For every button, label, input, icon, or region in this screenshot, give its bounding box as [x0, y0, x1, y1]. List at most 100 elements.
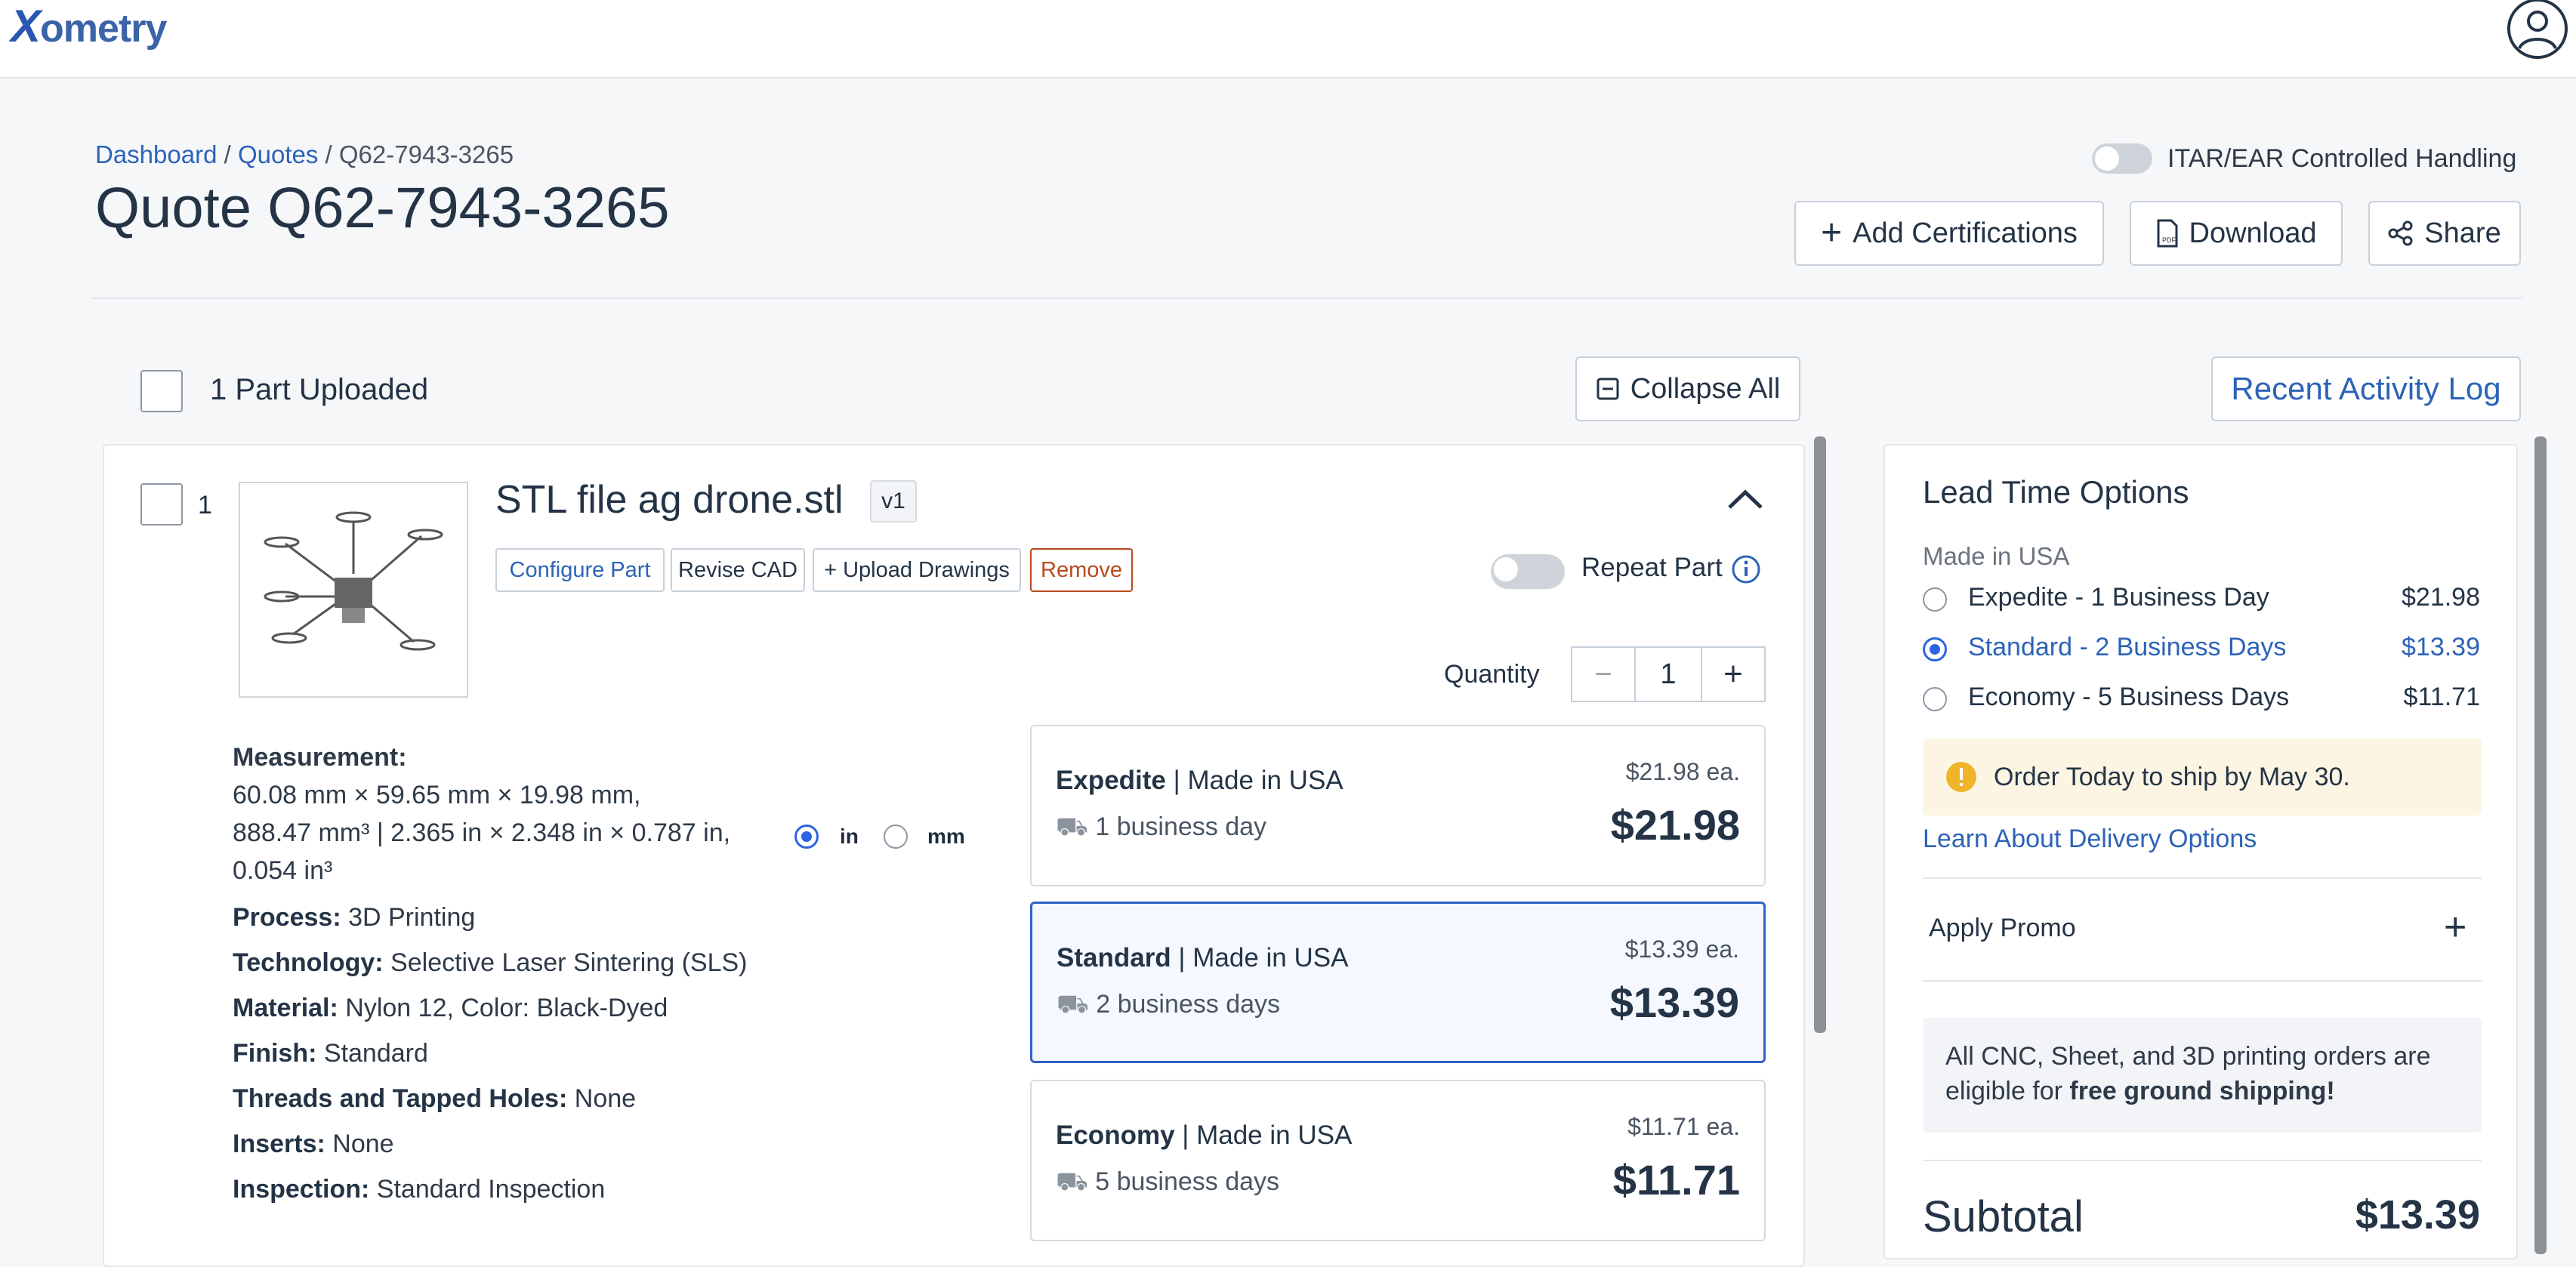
main-scrollbar[interactable] — [1814, 436, 1826, 1033]
sidebar-title: Lead Time Options — [1923, 474, 2189, 510]
spec-inserts: Inserts: None — [233, 1130, 394, 1159]
spec-label: Threads and Tapped Holes: — [233, 1084, 568, 1113]
breadcrumb-current: Q62-7943-3265 — [338, 140, 514, 168]
lead-option-label: Economy - 5 Business Days — [1968, 683, 2290, 711]
lead-time-card-expedite[interactable]: Expedite | Made in USA ⛟ 1 business day … — [1030, 725, 1766, 886]
spec-inspection: Inspection: Standard Inspection — [233, 1175, 605, 1204]
spec-value: Standard — [323, 1039, 428, 1068]
unit-mm-radio[interactable] — [884, 825, 908, 849]
measurement-line: 888.47 mm³ | 2.365 in × 2.348 in × 0.787… — [233, 818, 731, 847]
truck-icon: ⛟ — [1057, 990, 1089, 1019]
lead-time-card-economy[interactable]: Economy | Made in USA ⛟ 5 business days … — [1030, 1080, 1766, 1241]
spec-label: Inspection: — [233, 1175, 370, 1204]
apply-promo-label[interactable]: Apply Promo — [1929, 914, 2076, 943]
lead-time-card-standard[interactable]: Standard | Made in USA ⛟ 2 business days… — [1030, 902, 1766, 1063]
collapse-all-label: Collapse All — [1630, 372, 1781, 405]
learn-delivery-link[interactable]: Learn About Delivery Options — [1923, 825, 2257, 854]
collapse-all-button[interactable]: Collapse All — [1575, 356, 1800, 421]
remove-button[interactable]: Remove — [1030, 548, 1133, 592]
lead-time-price: $13.39 — [1609, 979, 1739, 1026]
breadcrumb-separator: / — [318, 140, 339, 168]
spec-technology: Technology: Selective Laser Sintering (S… — [233, 948, 748, 978]
lead-time-price: $21.98 — [1610, 801, 1740, 849]
quantity-input[interactable]: 1 — [1636, 648, 1701, 701]
lead-time-origin: Made in USA — [1192, 943, 1349, 973]
select-all-checkbox[interactable] — [140, 370, 183, 412]
add-certifications-label: Add Certifications — [1853, 217, 2078, 249]
lead-option-price: $13.39 — [2402, 633, 2480, 661]
lead-option-radio-economy[interactable] — [1923, 687, 1947, 711]
repeat-part-label: Repeat Part — [1581, 553, 1723, 582]
spec-value: Selective Laser Sintering (SLS) — [390, 948, 748, 977]
download-button[interactable]: PDF Download — [2130, 201, 2343, 266]
recent-activity-log-label: Recent Activity Log — [2231, 371, 2501, 406]
lead-time-days: 5 business days — [1095, 1167, 1280, 1196]
measurement-line: 0.054 in³ — [233, 856, 333, 885]
configure-part-button[interactable]: Configure Part — [495, 548, 665, 592]
recent-activity-log-button[interactable]: Recent Activity Log — [2211, 356, 2521, 421]
sidebar-scrollbar[interactable] — [2534, 436, 2547, 1254]
spec-material: Material: Nylon 12, Color: Black-Dyed — [233, 994, 668, 1023]
breadcrumb: Dashboard / Quotes / Q62-7943-3265 — [95, 140, 514, 169]
divider — [1923, 980, 2482, 982]
lead-option-label: Expedite - 1 Business Day — [1968, 583, 2269, 612]
free-shipping-box: All CNC, Sheet, and 3D printing orders a… — [1923, 1018, 2482, 1133]
repeat-part-toggle[interactable] — [1491, 554, 1565, 589]
user-account-icon[interactable] — [2506, 0, 2569, 60]
plus-icon: + — [1821, 213, 1843, 253]
part-name: STL file ag drone.stl — [495, 478, 844, 522]
lead-time-origin: Made in USA — [1187, 766, 1344, 795]
itar-toggle[interactable] — [2092, 143, 2152, 174]
truck-icon: ⛟ — [1056, 812, 1088, 841]
version-badge: v1 — [870, 480, 917, 523]
revise-cad-button[interactable]: Revise CAD — [671, 548, 805, 592]
divider — [1923, 1160, 2482, 1161]
lead-time-days: 2 business days — [1096, 990, 1281, 1019]
divider — [91, 297, 2522, 299]
upload-drawings-button[interactable]: + Upload Drawings — [813, 548, 1021, 592]
add-certifications-button[interactable]: + Add Certifications — [1794, 201, 2104, 266]
lead-time-name: Standard — [1057, 943, 1171, 973]
info-icon[interactable] — [1731, 554, 1761, 584]
lead-option-radio-expedite[interactable] — [1923, 587, 1947, 612]
unit-mm-label: mm — [927, 825, 965, 848]
xometry-logo[interactable]: Xometry — [11, 0, 167, 52]
free-shipping-emphasis: free ground shipping! — [2069, 1077, 2335, 1105]
spec-value: None — [332, 1130, 394, 1158]
unit-price: $13.39 ea. — [1624, 936, 1739, 963]
unit-price: $21.98 ea. — [1625, 758, 1740, 785]
minus-icon[interactable]: − — [1572, 648, 1636, 701]
lead-option-price: $11.71 — [2403, 683, 2480, 711]
lead-time-origin: Made in USA — [1196, 1121, 1353, 1150]
ship-notice-text: Order Today to ship by May 30. — [1994, 763, 2350, 791]
download-label: Download — [2189, 217, 2317, 249]
spec-threads: Threads and Tapped Holes: None — [233, 1084, 636, 1114]
part-thumbnail[interactable] — [239, 482, 468, 698]
spec-value: 3D Printing — [348, 903, 476, 932]
unit-in-label: in — [840, 825, 859, 848]
pdf-file-icon: PDF — [2157, 219, 2177, 248]
share-label: Share — [2424, 217, 2501, 249]
chevron-up-icon[interactable] — [1726, 488, 1764, 510]
breadcrumb-quotes[interactable]: Quotes — [238, 140, 318, 168]
part-checkbox[interactable] — [140, 483, 183, 526]
quantity-label: Quantity — [1444, 660, 1540, 689]
breadcrumb-dashboard[interactable]: Dashboard — [95, 140, 217, 168]
lead-option-radio-standard[interactable] — [1923, 637, 1947, 661]
divider — [1923, 877, 2482, 879]
part-index: 1 — [198, 491, 212, 519]
spec-label: Finish: — [233, 1039, 317, 1068]
spec-finish: Finish: Standard — [233, 1039, 428, 1068]
spec-label: Technology: — [233, 948, 384, 977]
share-button[interactable]: Share — [2368, 201, 2521, 266]
plus-icon[interactable]: + — [1701, 648, 1764, 701]
truck-icon: ⛟ — [1056, 1167, 1088, 1196]
unit-in-radio[interactable] — [794, 825, 819, 849]
itar-label: ITAR/EAR Controlled Handling — [2167, 143, 2517, 173]
plus-icon[interactable]: + — [2444, 905, 2466, 950]
parts-count: 1 Part Uploaded — [210, 373, 429, 406]
lead-time-price: $11.71 — [1612, 1156, 1740, 1204]
shipping-text: All CNC, Sheet, and 3D printing orders a… — [1945, 1042, 2431, 1071]
spec-value: None — [574, 1084, 637, 1113]
spec-process: Process: 3D Printing — [233, 903, 475, 933]
